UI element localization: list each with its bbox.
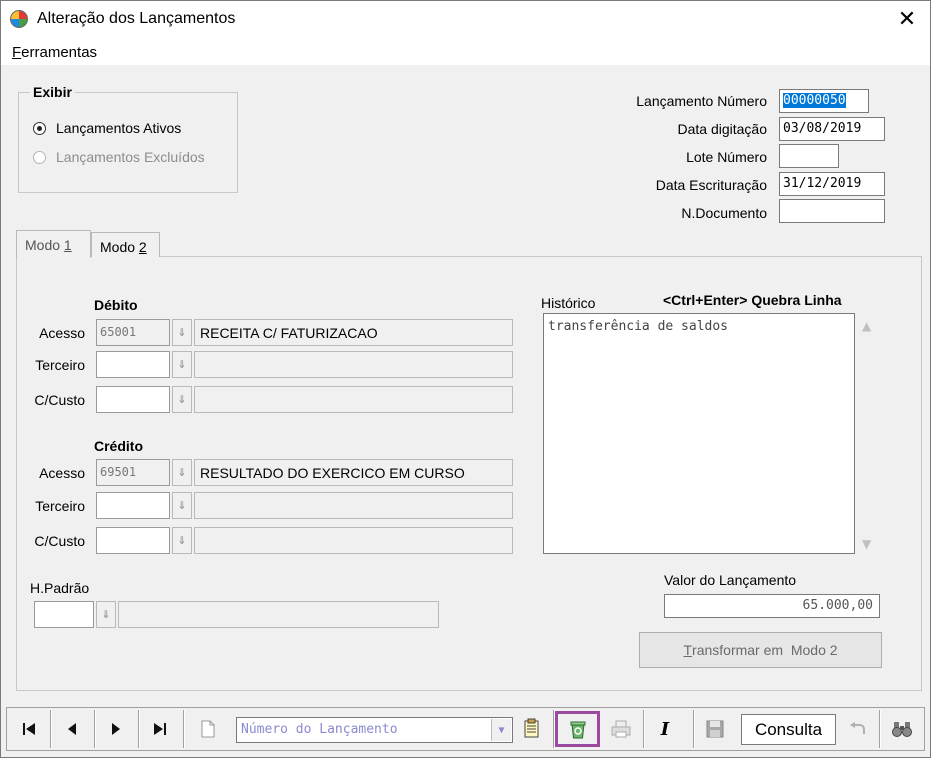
debito-ccusto-lookup-icon[interactable]: ⇓	[172, 386, 192, 413]
n-documento-label: N.Documento	[681, 205, 767, 221]
menu-ferramentas-label: erramentas	[21, 44, 98, 61]
radio-lancamentos-excluidos: Lançamentos Excluídos	[33, 149, 205, 165]
lancamento-numero-field[interactable]: 00000050	[779, 89, 869, 113]
credito-ccusto-desc	[194, 527, 513, 554]
credito-acesso-label: Acesso	[39, 465, 85, 481]
hpadrao-label: H.Padrão	[30, 580, 90, 596]
credito-terceiro-label: Terceiro	[35, 498, 85, 514]
exibir-group: Exibir Lançamentos Ativos Lançamentos Ex…	[18, 84, 238, 193]
undo-icon	[840, 712, 876, 746]
recycle-bin-icon[interactable]	[555, 711, 600, 747]
debito-ccusto-desc	[194, 386, 513, 413]
n-documento-field[interactable]	[779, 199, 885, 223]
lote-numero-field[interactable]	[779, 144, 839, 168]
notepad-icon[interactable]	[514, 712, 550, 746]
debito-terceiro-label: Terceiro	[35, 357, 85, 373]
prev-record-icon[interactable]	[54, 712, 90, 746]
toolbar-separator	[50, 710, 52, 748]
historico-hint: <Ctrl+Enter> Quebra Linha	[663, 292, 842, 308]
historico-label: Histórico	[541, 295, 596, 311]
debito-acesso-desc: RECEITA C/ FATURIZACAO	[194, 319, 513, 346]
title-bar: Alteração dos Lançamentos ✕	[1, 1, 930, 37]
valor-label: Valor do Lançamento	[664, 572, 797, 588]
radio-ativos-circle[interactable]	[33, 121, 46, 135]
tab-modo-2[interactable]: Modo 2	[91, 232, 160, 257]
numero-lancamento-combo[interactable]: Número do Lançamento ▼	[236, 717, 513, 743]
toolbar-separator	[643, 710, 645, 748]
hpadrao-code[interactable]	[34, 601, 94, 628]
debito-terceiro-lookup-icon[interactable]: ⇓	[172, 351, 192, 378]
window-title: Alteração dos Lançamentos	[37, 10, 236, 27]
menu-ferramentas-accel: F	[12, 44, 22, 61]
debito-acesso-label: Acesso	[39, 325, 85, 341]
debito-ccusto-label: C/Custo	[34, 392, 85, 408]
credito-ccusto-code[interactable]	[96, 527, 170, 554]
exibir-title: Exibir	[30, 84, 75, 100]
debito-terceiro-code[interactable]	[96, 351, 170, 378]
toolbar-separator	[879, 710, 881, 748]
data-escrituracao-label: Data Escrituração	[655, 177, 767, 193]
hpadrao-desc	[118, 601, 439, 628]
credito-ccusto-lookup-icon[interactable]: ⇓	[172, 527, 192, 554]
historico-textarea[interactable]: transferência de saldos	[543, 313, 855, 554]
save-icon	[697, 712, 733, 746]
first-record-icon[interactable]	[11, 712, 47, 746]
menu-bar: Ferramentas	[1, 37, 930, 65]
combo-dropdown-icon[interactable]: ▼	[491, 719, 511, 741]
credito-title: Crédito	[94, 438, 143, 454]
new-document-icon[interactable]	[190, 712, 226, 746]
debito-title: Débito	[94, 297, 138, 313]
debito-terceiro-desc	[194, 351, 513, 378]
data-digitacao-field[interactable]: 03/08/2019	[779, 117, 885, 141]
credito-acesso-code[interactable]: 69501	[96, 459, 170, 486]
menu-ferramentas[interactable]: Ferramentas	[12, 44, 97, 61]
printer-icon	[603, 712, 639, 746]
debito-acesso-code[interactable]: 65001	[96, 319, 170, 346]
historico-scroll-down-icon[interactable]: ▼	[862, 537, 871, 551]
radio-lancamentos-ativos[interactable]: Lançamentos Ativos	[33, 120, 181, 136]
toolbar-separator	[553, 710, 555, 748]
close-button[interactable]: ✕	[884, 1, 930, 37]
credito-acesso-lookup-icon[interactable]: ⇓	[172, 459, 192, 486]
radio-ativos-label: Lançamentos Ativos	[56, 120, 182, 136]
toolbar-separator	[693, 710, 695, 748]
credito-ccusto-label: C/Custo	[34, 533, 85, 549]
toolbar-separator	[94, 710, 96, 748]
lancamento-numero-label: Lançamento Número	[636, 93, 767, 109]
last-record-icon[interactable]	[142, 712, 178, 746]
app-icon	[10, 10, 28, 28]
italic-icon[interactable]: I	[647, 712, 683, 746]
data-escrituracao-field[interactable]: 31/12/2019	[779, 172, 885, 196]
radio-excluidos-label: Lançamentos Excluídos	[56, 149, 205, 165]
lote-numero-label: Lote Número	[686, 149, 767, 165]
valor-field[interactable]: 65.000,00	[664, 594, 880, 618]
next-record-icon[interactable]	[98, 712, 134, 746]
bottom-toolbar: Número do Lançamento ▼ I Consulta	[6, 707, 925, 751]
tab-modo-1[interactable]: Modo 1	[16, 230, 91, 258]
credito-terceiro-lookup-icon[interactable]: ⇓	[172, 492, 192, 519]
data-digitacao-label: Data digitação	[677, 121, 767, 137]
credito-terceiro-desc	[194, 492, 513, 519]
hpadrao-lookup-icon[interactable]: ⇓	[96, 601, 116, 628]
credito-terceiro-code[interactable]	[96, 492, 170, 519]
toolbar-separator	[138, 710, 140, 748]
credito-acesso-desc: RESULTADO DO EXERCICO EM CURSO	[194, 459, 513, 486]
main-window: Alteração dos Lançamentos ✕ Ferramentas …	[0, 0, 931, 758]
binoculars-icon[interactable]	[884, 712, 920, 746]
radio-excluidos-circle	[33, 150, 46, 164]
historico-scroll-up-icon[interactable]: ▲	[862, 319, 871, 333]
transformar-modo-2-button[interactable]: Transformar em Modo 2	[639, 632, 882, 668]
debito-acesso-lookup-icon[interactable]: ⇓	[172, 319, 192, 346]
toolbar-separator	[183, 710, 185, 748]
consulta-status: Consulta	[741, 714, 836, 745]
debito-ccusto-code[interactable]	[96, 386, 170, 413]
